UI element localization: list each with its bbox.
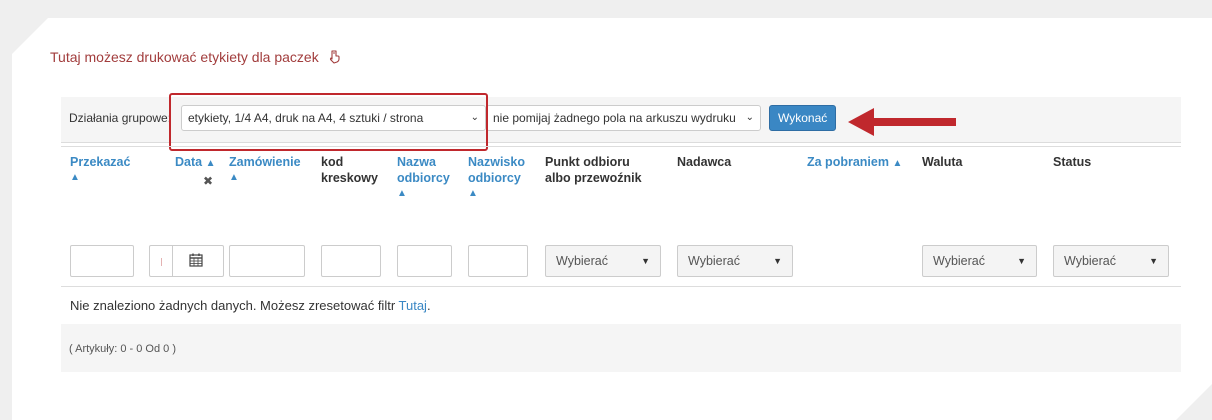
pickup-filter-select[interactable]: Wybierać ▼ — [545, 245, 661, 277]
sort-icon: ▲︎ — [70, 172, 80, 183]
column-status: Status — [1053, 154, 1091, 170]
pickup-filter-value: Wybierać — [556, 254, 608, 268]
sender-filter-select[interactable]: Wybierać ▼ — [677, 245, 793, 277]
column-sender: Nadawca — [677, 154, 731, 170]
label-format-value: etykiety, 1/4 A4, druk na A4, 4 sztuki /… — [188, 111, 424, 125]
caret-down-icon: ▼ — [1017, 256, 1026, 266]
transfer-filter-input[interactable] — [70, 245, 134, 277]
column-sender-label: Nadawca — [677, 155, 732, 169]
order-filter-input[interactable] — [229, 245, 305, 277]
status-filter-value: Wybierać — [1064, 254, 1116, 268]
empty-state-message: Nie znaleziono żadnych danych. Możesz zr… — [70, 298, 431, 313]
column-cod-label: Za pobraniem — [807, 155, 889, 169]
column-recipient-surname-line2: odbiorcy — [468, 171, 521, 185]
recipient-surname-filter-input[interactable] — [468, 245, 528, 277]
column-pickup-line1: Punkt odbioru — [545, 155, 630, 169]
sort-icon: ▲︎ — [892, 158, 903, 169]
status-filter-select[interactable]: Wybierać ▼ — [1053, 245, 1169, 277]
skip-fields-select[interactable]: nie pomijaj żadnego pola na arkuszu wydr… — [486, 105, 761, 131]
label-format-select[interactable]: etykiety, 1/4 A4, druk na A4, 4 sztuki /… — [181, 105, 486, 131]
column-status-label: Status — [1053, 155, 1092, 169]
empty-state-end: . — [426, 298, 431, 313]
sort-icon: ▲︎ — [229, 172, 239, 183]
pagination-footer: ( Artykuły: 0 - 0 Od 0 ) — [61, 324, 1181, 372]
red-arrow-icon — [848, 108, 956, 136]
column-currency: Waluta — [922, 154, 963, 170]
column-barcode-line1: kod — [321, 155, 344, 169]
column-date-label: Data — [175, 155, 203, 169]
bulk-actions-toolbar: Działania grupowe: etykiety, 1/4 A4, dru… — [61, 97, 1181, 143]
reset-filter-link[interactable]: Tutaj — [399, 298, 427, 313]
currency-filter-select[interactable]: Wybierać ▼ — [922, 245, 1037, 277]
calendar-icon[interactable] — [189, 253, 203, 270]
column-recipient-name-line1: Nazwa — [397, 155, 436, 169]
empty-state-text: Nie znaleziono żadnych danych. Możesz zr… — [70, 298, 399, 313]
column-barcode: kod kreskowy — [321, 154, 378, 186]
chevron-down-icon: ⌄ — [470, 112, 479, 123]
column-order[interactable]: Zamówienie ▲︎ — [229, 154, 301, 186]
column-recipient-name-line2: odbiorcy — [397, 171, 450, 185]
column-pickup: Punkt odbioru albo przewoźnik — [545, 154, 642, 186]
item-count: ( Artykuły: 0 - 0 Od 0 ) — [69, 343, 176, 355]
column-cod[interactable]: Za pobraniem ▲︎ — [807, 154, 902, 172]
table-divider — [61, 286, 1181, 287]
column-recipient-surname[interactable]: Nazwisko odbiorcy ▲︎ — [468, 154, 525, 202]
sort-icon: ▲︎ — [205, 158, 216, 169]
column-pickup-line2: albo przewoźnik — [545, 171, 642, 185]
cursor-mark — [161, 258, 162, 266]
recipient-name-filter-input[interactable] — [397, 245, 452, 277]
heading-text: Tutaj możesz drukować etykiety dla pacze… — [50, 49, 319, 65]
clear-date-icon[interactable]: ✖ — [203, 174, 213, 188]
column-transfer-label: Przekazać — [70, 155, 131, 169]
sort-icon: ▲︎ — [397, 188, 407, 199]
bulk-actions-label: Działania grupowe: — [69, 111, 172, 125]
caret-down-icon: ▼ — [773, 256, 782, 266]
date-filter-input[interactable] — [149, 245, 224, 277]
currency-filter-value: Wybierać — [933, 254, 985, 268]
column-order-label: Zamówienie — [229, 155, 301, 169]
column-transfer[interactable]: Przekazać ▲︎ — [70, 154, 130, 186]
caret-down-icon: ▼ — [641, 256, 650, 266]
column-recipient-surname-line1: Nazwisko — [468, 155, 525, 169]
sort-icon: ▲︎ — [468, 188, 478, 199]
sender-filter-value: Wybierać — [688, 254, 740, 268]
column-date[interactable]: Data ▲︎ — [175, 154, 215, 172]
column-currency-label: Waluta — [922, 155, 963, 169]
hand-pointing-down-icon — [327, 50, 341, 67]
barcode-filter-input[interactable] — [321, 245, 381, 277]
execute-button[interactable]: Wykonać — [769, 105, 837, 131]
column-barcode-line2: kreskowy — [321, 171, 378, 185]
column-recipient-name[interactable]: Nazwa odbiorcy ▲︎ — [397, 154, 450, 202]
caret-down-icon: ▼ — [1149, 256, 1158, 266]
page-heading: Tutaj możesz drukować etykiety dla pacze… — [50, 49, 341, 67]
skip-fields-value: nie pomijaj żadnego pola na arkuszu wydr… — [493, 111, 736, 125]
table-divider — [61, 146, 1181, 147]
divider — [172, 246, 173, 276]
chevron-down-icon: ⌄ — [745, 112, 754, 123]
